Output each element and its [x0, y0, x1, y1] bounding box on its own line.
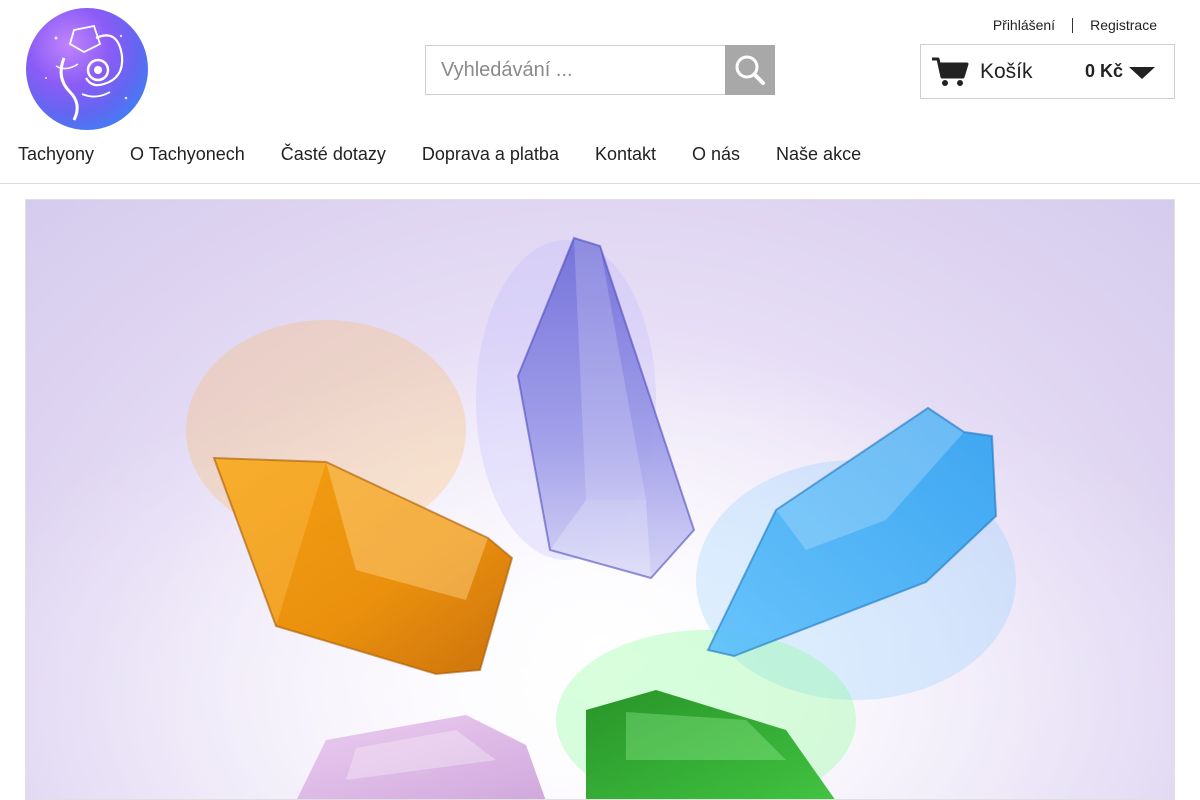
- register-link[interactable]: Registrace: [1090, 17, 1157, 33]
- cart-icon: [931, 56, 969, 88]
- nav-item-o-tachyonech[interactable]: O Tachyonech: [130, 144, 245, 165]
- nav-item-kontakt[interactable]: Kontakt: [595, 144, 656, 165]
- search-form: [425, 45, 775, 95]
- hero-crystals-image: [26, 200, 1174, 799]
- site-logo[interactable]: [26, 8, 148, 130]
- search-input[interactable]: [425, 45, 725, 95]
- site-header: Přihlášení Registrace Košík 0 Kč: [0, 0, 1200, 184]
- chevron-down-icon[interactable]: [1129, 67, 1155, 85]
- nav-item-nase-akce[interactable]: Naše akce: [776, 144, 861, 165]
- cart-label: Košík: [980, 59, 1033, 83]
- logo-graphic: [45, 24, 128, 121]
- nav-item-caste-dotazy[interactable]: Časté dotazy: [281, 144, 386, 165]
- nav-item-tachyony[interactable]: Tachyony: [18, 144, 94, 165]
- cart-total: 0 Kč: [1085, 61, 1124, 81]
- account-links-divider: [1072, 17, 1074, 33]
- nav-item-doprava-a-platba[interactable]: Doprava a platba: [422, 144, 559, 165]
- hero-banner[interactable]: [25, 199, 1175, 800]
- cart-widget[interactable]: Košík 0 Kč: [920, 44, 1175, 99]
- login-link[interactable]: Přihlášení: [993, 17, 1055, 33]
- search-icon: [735, 55, 765, 85]
- main-nav: Tachyony O Tachyonech Časté dotazy Dopra…: [0, 144, 879, 165]
- nav-item-o-nas[interactable]: O nás: [692, 144, 740, 165]
- account-links: Přihlášení Registrace: [993, 17, 1157, 33]
- search-button[interactable]: [725, 45, 775, 95]
